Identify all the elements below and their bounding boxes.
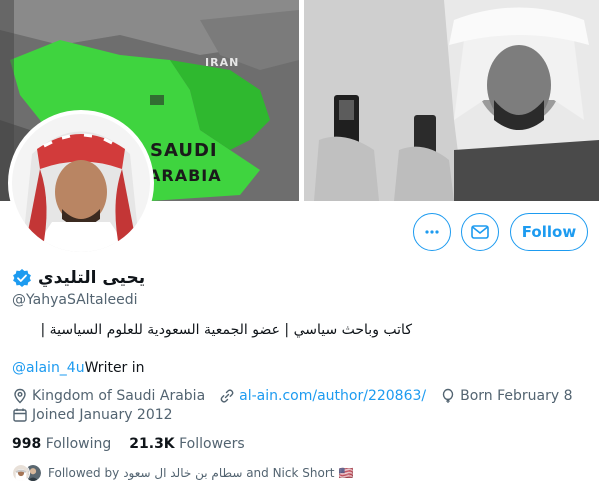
link-icon [220,389,234,403]
following-label: Following [45,436,112,452]
followed-by-prefix: Followed by [48,466,120,480]
envelope-icon [471,225,489,239]
profile-avatar[interactable] [8,110,154,256]
display-name: يحيى التليدي [38,268,146,288]
map-label-iran: IRAN [205,56,240,69]
more-options-button[interactable] [413,213,451,251]
verified-badge-icon [13,269,31,287]
profile-bio: كاتب وباحث سياسي | عضو الجمعية السعودية … [40,322,412,338]
followers-label: Followers [179,436,245,452]
follower-avatar-1 [12,464,30,482]
map-label-arabia: ARABIA [148,166,222,185]
message-button[interactable] [461,213,499,251]
followers-count: 21.3K [129,436,175,452]
profile-meta-row: Kingdom of Saudi Arabia al-ain.com/autho… [12,388,573,404]
following-count: 998 [12,436,42,452]
us-flag-icon: 🇺🇸 [338,466,354,480]
balloon-icon [442,388,454,403]
banner-portrait-image [304,0,599,201]
website-link[interactable]: al-ain.com/author/220863/ [239,388,426,404]
followed-by-names: سطام بن خالد ال سعود and Nick Short [123,466,335,480]
joined-text: Joined January 2012 [32,407,173,423]
profile-joined-row: Joined January 2012 [12,407,173,423]
follow-button[interactable]: Follow [510,213,588,251]
writer-in-text: Writer in [84,360,145,376]
avatar-image [12,114,150,252]
birthday-text: Born February 8 [460,388,573,404]
profile-bio-line2: @alain_4uWriter in [12,360,145,376]
mention-link[interactable]: @alain_4u [12,360,85,376]
map-label-saudi: SAUDI [150,140,218,161]
location-pin-icon [14,388,26,404]
following-link[interactable]: 998 Following [12,436,111,452]
followed-by-row[interactable]: Followed by سطام بن خالد ال سعود and Nic… [12,464,353,482]
location-text: Kingdom of Saudi Arabia [32,388,206,404]
profile-handle: @YahyaSAltaleedi [12,292,138,308]
follow-counts: 998 Following 21.3K Followers [12,436,245,452]
profile-name-row: يحيى التليدي [12,268,145,288]
more-icon [425,230,439,234]
calendar-icon [13,408,27,422]
followers-link[interactable]: 21.3K Followers [129,436,244,452]
